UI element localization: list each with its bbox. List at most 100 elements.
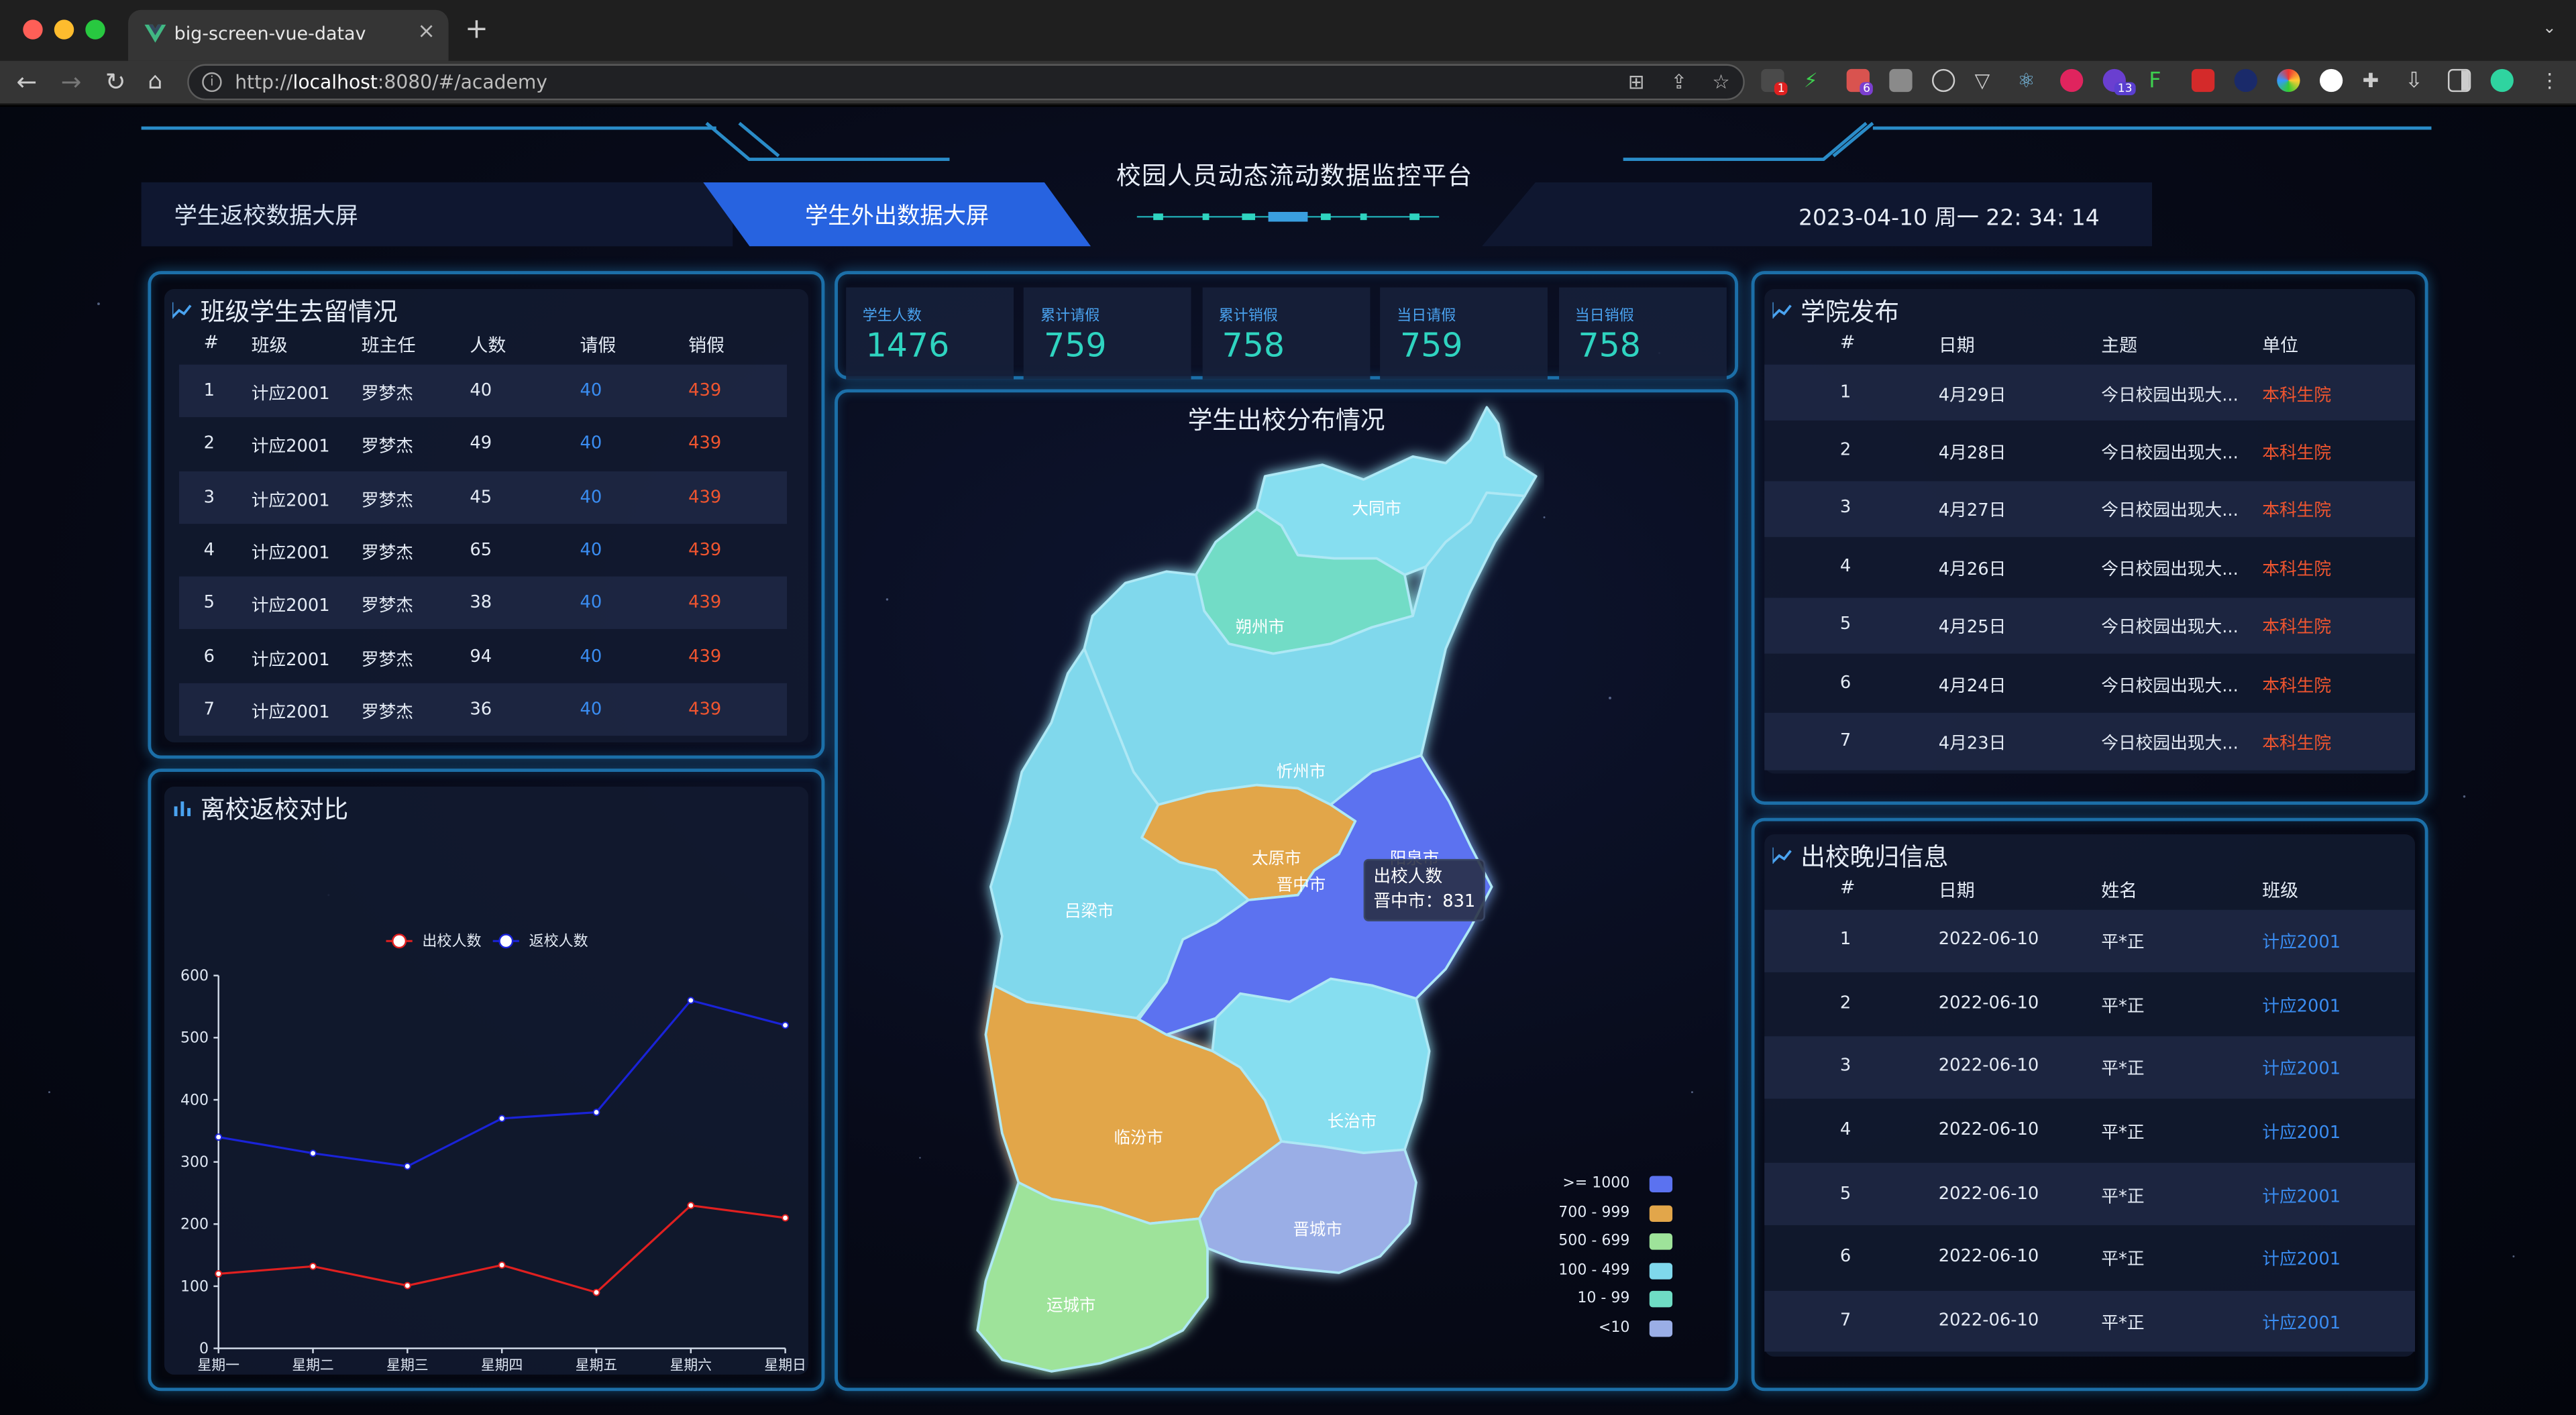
legend-item[interactable]: 100 - 499 <box>1541 1262 1673 1282</box>
legend-item[interactable]: 10 - 99 <box>1541 1291 1673 1311</box>
table-cell[interactable]: 计应2001 <box>2262 930 2341 955</box>
profile-avatar[interactable] <box>2490 68 2514 93</box>
table-row[interactable]: 4 计应2001 罗梦杰 65 40 439 <box>179 524 787 576</box>
site-info-icon[interactable]: i <box>202 72 222 93</box>
home-icon[interactable]: ⌂ <box>148 66 162 99</box>
translate-icon[interactable]: ⊞ <box>1628 70 1645 93</box>
tab-search-chevron-icon[interactable]: ⌄ <box>2542 19 2557 38</box>
sidebar-icon[interactable] <box>2447 68 2471 93</box>
table-cell: 计应2001 <box>251 384 330 404</box>
table-cell: 49 <box>470 434 492 454</box>
table-row[interactable]: 4 4月26日 今日校园出现大... 本科生院 <box>1764 539 2415 596</box>
table-cell: 40 <box>580 699 602 720</box>
extension-icon-4[interactable] <box>1889 68 1913 93</box>
table-row[interactable]: 7 4月23日 今日校园出现大... 本科生院 <box>1764 713 2416 771</box>
data-point <box>498 1115 506 1123</box>
table-cell[interactable]: 本科生院 <box>2262 673 2331 697</box>
forward-arrow-icon[interactable]: → <box>61 66 82 99</box>
share-icon[interactable]: ⇪ <box>1670 70 1687 93</box>
extension-icon-1[interactable]: 1 <box>1761 68 1788 96</box>
legend-item[interactable]: >= 1000 <box>1541 1176 1673 1195</box>
table-row[interactable]: 7 2022-06-10 平*正 计应2001 <box>1764 1290 2416 1352</box>
table-row[interactable]: 6 2022-06-10 平*正 计应2001 <box>1764 1227 2415 1288</box>
nav-tab-outing[interactable]: 学生外出数据大屏 <box>703 182 1091 247</box>
class-panel-inner: 班级学生去留情况 # 班级 班主任 人数 请假 销假 1 计应2001 罗梦杰 40 40 439 2 计… <box>164 289 808 742</box>
table-row[interactable]: 5 计应2001 罗梦杰 38 40 439 <box>178 577 788 630</box>
table-cell: 40 <box>580 434 602 454</box>
table-cell[interactable]: 本科生院 <box>2262 498 2331 523</box>
table-row[interactable]: 3 4月27日 今日校园出现大... 本科生院 <box>1764 481 2416 538</box>
extension-icon-13[interactable] <box>2277 68 2300 93</box>
stat-label: 累计销假 <box>1218 308 1278 325</box>
legend-item[interactable]: <10 <box>1541 1320 1673 1340</box>
table-row[interactable]: 5 2022-06-10 平*正 计应2001 <box>1764 1163 2416 1225</box>
table-row[interactable]: 6 4月24日 今日校园出现大... 本科生院 <box>1764 655 2415 712</box>
extension-icon-14[interactable] <box>2319 68 2343 93</box>
table-cell: 2022-06-10 <box>1938 1247 2039 1267</box>
table-cell: 2022-06-10 <box>1938 1183 2039 1204</box>
table-cell[interactable]: 计应2001 <box>2262 1247 2341 1272</box>
stat-card: 学生人数 1476 <box>846 287 1014 380</box>
extension-icon-6[interactable]: ▽ <box>1975 69 1998 92</box>
table-cell[interactable]: 本科生院 <box>2262 731 2331 756</box>
extension-icon-12[interactable] <box>2234 68 2257 93</box>
legend-item[interactable]: 500 - 699 <box>1541 1233 1673 1253</box>
extension-icon-5[interactable] <box>1932 68 1955 93</box>
extension-icon-7[interactable]: ⚛ <box>2017 69 2040 92</box>
extension-icon-8[interactable] <box>2060 68 2084 93</box>
nav-tab-label: 学生返校数据大屏 <box>174 203 358 230</box>
extension-icon-2[interactable]: ⚡ <box>1804 69 1827 92</box>
late-panel-title: 出校晚归信息 <box>1801 842 1949 872</box>
table-cell[interactable]: 计应2001 <box>2262 1120 2341 1145</box>
table-cell: 7 <box>203 699 215 720</box>
extension-icon-11[interactable] <box>2191 68 2215 93</box>
maximize-window-button[interactable] <box>85 19 105 40</box>
table-row[interactable]: 5 4月25日 今日校园出现大... 本科生院 <box>1764 597 2416 654</box>
table-cell[interactable]: 计应2001 <box>2262 993 2341 1018</box>
extension-icon-10[interactable]: F <box>2149 69 2171 94</box>
download-icon[interactable]: ⇩ <box>2405 69 2428 94</box>
table-cell[interactable]: 本科生院 <box>2262 382 2331 407</box>
new-tab-button[interactable]: + <box>465 13 488 46</box>
table-row[interactable]: 2 2022-06-10 平*正 计应2001 <box>1764 973 2415 1035</box>
table-row[interactable]: 4 2022-06-10 平*正 计应2001 <box>1764 1100 2415 1162</box>
address-bar[interactable]: i http://localhost:8080/#/academy ⊞ ⇪ ☆ <box>187 64 1745 101</box>
table-cell[interactable]: 计应2001 <box>2262 1057 2341 1082</box>
extensions-puzzle-icon[interactable]: ✚ <box>2363 69 2385 92</box>
data-point <box>687 1202 695 1209</box>
table-row[interactable]: 7 计应2001 罗梦杰 36 40 439 <box>178 683 788 736</box>
table-cell[interactable]: 本科生院 <box>2262 557 2331 581</box>
reload-icon[interactable]: ↻ <box>105 66 126 99</box>
bookmark-star-icon[interactable]: ☆ <box>1712 70 1729 93</box>
table-row[interactable]: 1 计应2001 罗梦杰 40 40 439 <box>178 364 788 418</box>
table-cell: 计应2001 <box>251 543 330 563</box>
table-row[interactable]: 2 计应2001 罗梦杰 49 40 439 <box>179 418 787 470</box>
table-row[interactable]: 1 4月29日 今日校园出现大... 本科生院 <box>1764 364 2416 421</box>
legend-item[interactable]: 700 - 999 <box>1541 1204 1673 1225</box>
legend-label: 出校人数 <box>422 933 481 950</box>
tab-close-icon[interactable]: × <box>417 19 435 44</box>
map-region-datong[interactable] <box>1255 406 1538 576</box>
map-tooltip: 出校人数 晋中市：831 <box>1363 858 1485 921</box>
table-row[interactable]: 2 4月28日 今日校园出现大... 本科生院 <box>1764 422 2415 479</box>
extension-icon-9[interactable]: 13 <box>2102 68 2136 96</box>
close-window-button[interactable] <box>23 19 43 40</box>
browser-tab[interactable]: big-screen-vue-datav × <box>128 9 449 61</box>
table-row[interactable]: 1 2022-06-10 平*正 计应2001 <box>1764 909 2416 972</box>
y-tick-label: 500 <box>180 1030 209 1047</box>
table-cell[interactable]: 计应2001 <box>2262 1310 2341 1335</box>
nav-tab-return[interactable]: 学生返校数据大屏 <box>141 182 733 247</box>
table-row[interactable]: 3 计应2001 罗梦杰 45 40 439 <box>178 470 788 524</box>
table-cell: 4月27日 <box>1938 502 2006 522</box>
back-arrow-icon[interactable]: ← <box>16 66 37 99</box>
table-cell: 4月29日 <box>1938 385 2006 406</box>
table-row[interactable]: 3 2022-06-10 平*正 计应2001 <box>1764 1036 2416 1098</box>
menu-kebab-icon[interactable]: ⋮ <box>2540 69 2563 92</box>
legend-label: 700 - 999 <box>1558 1204 1630 1222</box>
table-cell[interactable]: 本科生院 <box>2262 441 2331 465</box>
table-row[interactable]: 6 计应2001 罗梦杰 94 40 439 <box>179 630 787 682</box>
table-cell[interactable]: 计应2001 <box>2262 1184 2341 1208</box>
minimize-window-button[interactable] <box>54 19 74 40</box>
table-cell[interactable]: 本科生院 <box>2262 615 2331 640</box>
extension-icon-3[interactable]: 6 <box>1846 68 1874 96</box>
